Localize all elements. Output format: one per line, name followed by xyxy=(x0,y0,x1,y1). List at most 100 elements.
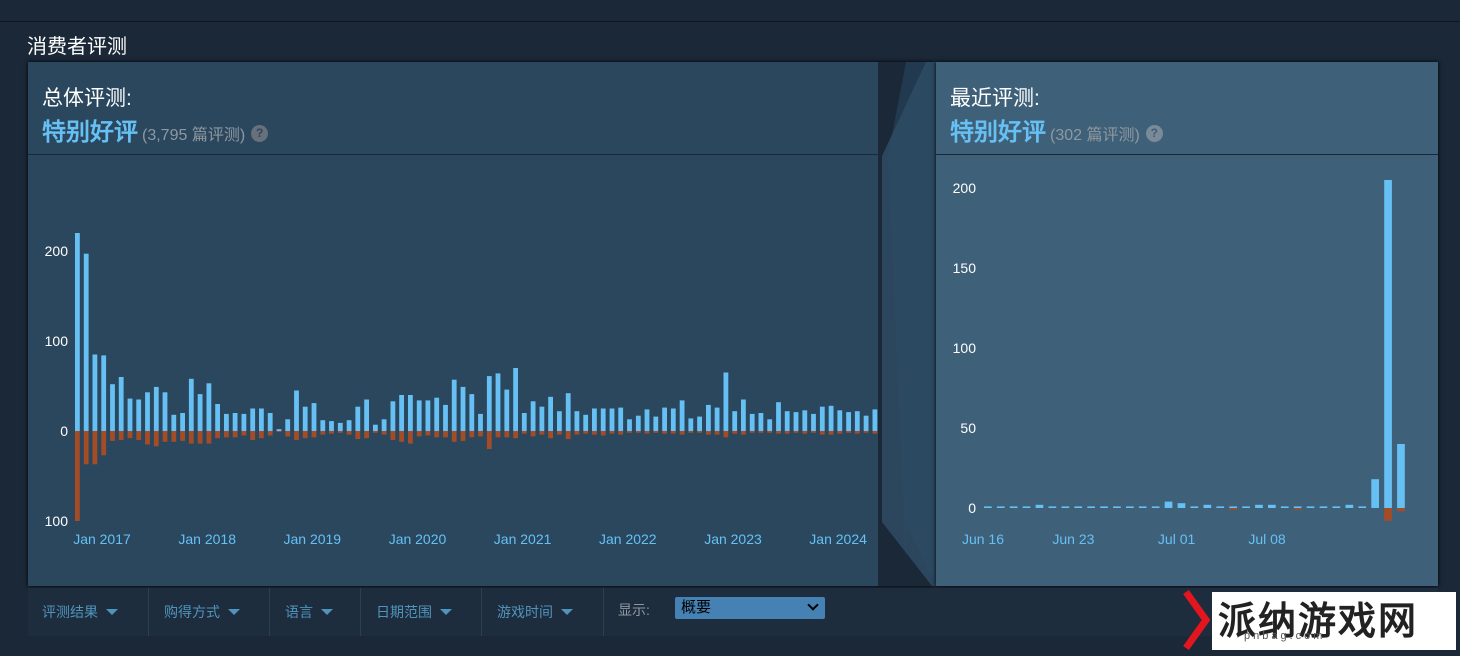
positive-bar xyxy=(250,408,256,431)
positive-bar xyxy=(1384,180,1392,508)
question-mark-icon[interactable]: ? xyxy=(1145,125,1163,142)
positive-bar xyxy=(854,411,860,431)
filter-playtime[interactable]: 游戏时间 xyxy=(483,588,604,636)
positive-bar xyxy=(1332,506,1341,508)
positive-bar xyxy=(1164,501,1173,508)
filter-purchase-type[interactable]: 购得方式 xyxy=(150,588,270,636)
positive-bar xyxy=(451,379,457,431)
negative-bar xyxy=(215,431,220,439)
filter-review-type[interactable]: 评测结果 xyxy=(28,588,149,636)
negative-bar xyxy=(171,431,177,442)
positive-bar xyxy=(118,377,124,431)
recent-rating[interactable]: 特别好评 (302 篇评测)? xyxy=(950,112,1163,147)
positive-bar xyxy=(1022,506,1031,508)
positive-bar xyxy=(758,413,764,431)
positive-bar xyxy=(206,383,212,431)
positive-bar xyxy=(425,400,431,431)
negative-bar xyxy=(863,431,869,433)
positive-bar xyxy=(495,373,501,431)
positive-bar xyxy=(767,419,773,431)
positive-bar xyxy=(224,413,229,431)
positive-bar xyxy=(863,415,869,431)
positive-bar xyxy=(110,384,115,431)
negative-bar xyxy=(758,431,764,433)
negative-bar xyxy=(136,431,142,440)
negative-bar xyxy=(469,431,475,438)
positive-bar xyxy=(1293,506,1302,508)
recent-rating-text: 特别好评 xyxy=(950,119,1046,146)
positive-bar xyxy=(1306,506,1315,508)
overall-chart-area[interactable]: 200 100 0 100 Jan 2017 Jan 2018 Jan 2019 Jan 20… xyxy=(28,156,934,586)
watermark: 派纳游戏网 pnbag.com xyxy=(1178,586,1460,656)
negative-bar xyxy=(478,431,483,437)
positive-bar xyxy=(188,378,194,431)
positive-bar xyxy=(127,398,133,431)
positive-bar xyxy=(1177,503,1186,508)
positive-bar xyxy=(679,400,685,431)
recent-histogram[interactable]: 200 150 100 50 0 Jun 16 Jun 23 Jul 01 Jul 08 xyxy=(936,156,1438,586)
filter-label: 评测结果 xyxy=(42,604,98,620)
x-tick-label: Jan 2023 xyxy=(704,531,762,547)
filter-language[interactable]: 语言 xyxy=(271,588,361,636)
positive-bar xyxy=(1138,506,1147,508)
positive-bar xyxy=(1151,506,1160,508)
positive-bar xyxy=(1242,506,1250,508)
y-tick-label: 50 xyxy=(960,420,976,436)
positive-bar xyxy=(153,386,159,431)
y-tick-label: 0 xyxy=(60,423,68,439)
x-tick-label: Jan 2022 xyxy=(599,531,657,547)
y-tick-label: 100 xyxy=(953,340,977,356)
negative-bar xyxy=(320,431,326,435)
section-title: 消费者评测 xyxy=(27,36,127,58)
positive-bar xyxy=(329,421,334,431)
display-select[interactable]: 概要 xyxy=(675,597,825,619)
negative-bar xyxy=(188,431,194,444)
overall-count: (3,795 篇评测) xyxy=(142,127,246,144)
negative-bar xyxy=(565,431,571,440)
negative-bar xyxy=(416,431,422,437)
overall-rating[interactable]: 特别好评 (3,795 篇评测)? xyxy=(42,112,269,147)
negative-bar xyxy=(723,431,729,438)
negative-bar xyxy=(153,431,159,447)
positive-bar xyxy=(600,408,606,431)
question-mark-icon[interactable]: ? xyxy=(251,125,269,142)
filter-label: 游戏时间 xyxy=(497,604,553,620)
positive-bar xyxy=(635,415,641,431)
y-tick-label: 200 xyxy=(45,243,69,259)
negative-bar xyxy=(846,431,851,433)
negative-bar xyxy=(644,431,650,434)
filter-label: 购得方式 xyxy=(164,604,220,620)
overall-histogram[interactable]: 2001000100Jan 2017 Jan 2018 Jan 2019 Jan 20… xyxy=(28,156,934,586)
negative-bar xyxy=(600,431,606,436)
positive-bar xyxy=(811,413,816,431)
positive-bar xyxy=(1190,506,1199,508)
positive-bar xyxy=(1268,504,1276,508)
x-tick-label: Jan 2018 xyxy=(178,531,236,547)
positive-bar xyxy=(688,418,694,431)
filter-date-range[interactable]: 日期范围 xyxy=(362,588,482,636)
dropdown-arrow-icon xyxy=(440,609,452,615)
positive-bar xyxy=(592,408,597,431)
positive-bar xyxy=(1203,504,1212,508)
negative-bar xyxy=(609,431,615,434)
negative-bar xyxy=(373,431,378,433)
positive-bar xyxy=(872,409,878,431)
positive-bar xyxy=(583,414,589,431)
negative-bar xyxy=(434,431,440,438)
zoom-funnel xyxy=(878,62,936,586)
negative-bar xyxy=(618,431,624,435)
negative-bar xyxy=(583,431,589,434)
negative-bar xyxy=(574,431,580,435)
negative-bar xyxy=(285,431,291,437)
negative-bar xyxy=(767,431,773,433)
negative-bar xyxy=(311,431,317,438)
negative-bar xyxy=(793,431,799,433)
negative-bar xyxy=(521,431,527,434)
negative-bar xyxy=(627,431,632,433)
display-value: 概要 xyxy=(681,599,712,616)
positive-bar xyxy=(259,408,264,431)
negative-bar xyxy=(145,431,150,445)
negative-bar xyxy=(346,431,352,435)
negative-bar xyxy=(1384,508,1392,521)
positive-bar xyxy=(241,413,247,431)
